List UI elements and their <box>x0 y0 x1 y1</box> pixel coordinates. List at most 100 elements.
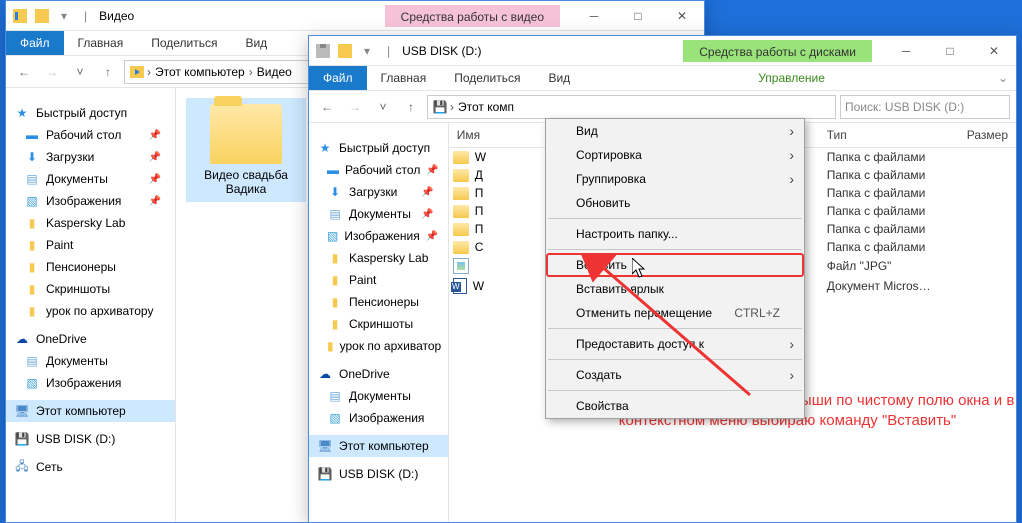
sidebar-item-archiver[interactable]: ▮урок по архиватору <box>6 300 175 322</box>
sidebar-item-archiver[interactable]: ▮урок по архиватор <box>309 335 448 357</box>
ribbon-tabs: Файл Главная Поделиться Вид Управление ⌄ <box>309 66 1016 91</box>
close-button[interactable]: ✕ <box>660 1 704 30</box>
recent-dropdown[interactable]: ˅ <box>371 95 395 119</box>
sidebar-od-pics[interactable]: ▧Изображения <box>309 407 448 429</box>
file-type: Файл "JPG" <box>819 259 959 273</box>
tab-manage[interactable]: Управление <box>744 66 839 90</box>
sidebar-item-screenshots[interactable]: ▮Скриншоты <box>6 278 175 300</box>
up-button[interactable]: ↑ <box>96 60 120 84</box>
menu-item[interactable]: Вид <box>546 119 804 143</box>
sidebar-thispc[interactable]: 🖥Этот компьютер <box>309 435 448 457</box>
usb-icon: 💾 <box>432 99 448 115</box>
contextual-tab-drive[interactable]: Средства работы с дисками <box>683 40 872 62</box>
pictures-icon: ▧ <box>24 375 40 391</box>
maximize-button[interactable]: □ <box>616 1 660 30</box>
navigation-pane: ★Быстрый доступ ▬Рабочий стол📌 ⬇Загрузки… <box>6 88 176 522</box>
sidebar-item-downloads[interactable]: ⬇Загрузки📌 <box>6 146 175 168</box>
qat-dropdown-icon[interactable]: ▾ <box>56 8 72 24</box>
pin-icon: 📌 <box>149 152 161 163</box>
sidebar-item-pictures[interactable]: ▧Изображения📌 <box>6 190 175 212</box>
sidebar-item-pensionery[interactable]: ▮Пенсионеры <box>6 256 175 278</box>
jpg-icon <box>453 258 469 274</box>
tab-view[interactable]: Вид <box>231 31 281 55</box>
folder-icon <box>453 151 469 164</box>
sidebar-network[interactable]: 🖧Сеть <box>6 456 175 478</box>
recent-dropdown[interactable]: ˅ <box>68 60 92 84</box>
folder-large-icon <box>210 104 282 164</box>
file-type: Папка с файлами <box>819 150 959 164</box>
breadcrumb[interactable]: 💾 › Этот комп <box>427 95 836 119</box>
titlebar[interactable]: ▾ | Видео Средства работы с видео ─ □ ✕ <box>6 1 704 31</box>
sidebar-od-pics[interactable]: ▧Изображения <box>6 372 175 394</box>
qat-item[interactable] <box>337 43 353 59</box>
menu-item[interactable]: Обновить <box>546 191 804 215</box>
folder-icon: ▮ <box>327 272 343 288</box>
sidebar-od-docs[interactable]: ▤Документы <box>309 385 448 407</box>
forward-button[interactable]: → <box>343 95 367 119</box>
sidebar-item-documents[interactable]: ▤Документы📌 <box>309 203 448 225</box>
folder-icon: ▮ <box>327 294 343 310</box>
col-type[interactable]: Тип <box>819 123 959 147</box>
tab-home[interactable]: Главная <box>367 66 441 90</box>
folder-icon: ▮ <box>327 316 343 332</box>
sidebar-item-kaspersky[interactable]: ▮Kaspersky Lab <box>309 247 448 269</box>
up-button[interactable]: ↑ <box>399 95 423 119</box>
menu-label: Вид <box>576 124 598 138</box>
sidebar-item-pensionery[interactable]: ▮Пенсионеры <box>309 291 448 313</box>
sidebar-item-desktop[interactable]: ▬Рабочий стол📌 <box>6 124 175 146</box>
sidebar-item-paint[interactable]: ▮Paint <box>309 269 448 291</box>
onedrive-icon: ☁ <box>317 366 333 382</box>
sidebar-item-screenshots[interactable]: ▮Скриншоты <box>309 313 448 335</box>
menu-item[interactable]: Группировка <box>546 167 804 191</box>
sidebar-quick-access[interactable]: ★Быстрый доступ <box>6 102 175 124</box>
folder-icon: ▮ <box>24 215 40 231</box>
qat-dropdown-icon[interactable]: ▾ <box>359 43 375 59</box>
contextual-tab-video[interactable]: Средства работы с видео <box>385 5 560 27</box>
sidebar-item-kaspersky[interactable]: ▮Kaspersky Lab <box>6 212 175 234</box>
back-button[interactable]: ← <box>315 95 339 119</box>
ribbon-expand-icon[interactable]: ⌄ <box>990 66 1016 90</box>
back-button[interactable]: ← <box>12 60 36 84</box>
sidebar-quick-access[interactable]: ★Быстрый доступ <box>309 137 448 159</box>
sidebar-usb[interactable]: 💾USB DISK (D:) <box>6 428 175 450</box>
file-name: Д <box>475 168 483 182</box>
close-button[interactable]: ✕ <box>972 36 1016 65</box>
col-size[interactable]: Размер <box>959 123 1016 147</box>
tab-share[interactable]: Поделиться <box>137 31 231 55</box>
sidebar-item-documents[interactable]: ▤Документы📌 <box>6 168 175 190</box>
minimize-button[interactable]: ─ <box>884 36 928 65</box>
file-menu[interactable]: Файл <box>309 66 367 90</box>
tab-share[interactable]: Поделиться <box>440 66 534 90</box>
sidebar-item-paint[interactable]: ▮Paint <box>6 234 175 256</box>
folder-item-wedding[interactable]: Видео свадьба Вадика <box>186 98 306 202</box>
crumb-thispc[interactable]: Этот комп <box>456 100 516 114</box>
maximize-button[interactable]: □ <box>928 36 972 65</box>
sidebar-od-docs[interactable]: ▤Документы <box>6 350 175 372</box>
sidebar-usb[interactable]: 💾USB DISK (D:) <box>309 463 448 485</box>
sidebar-onedrive[interactable]: ☁OneDrive <box>6 328 175 350</box>
crumb-thispc[interactable]: Этот компьютер <box>153 65 247 79</box>
sidebar-onedrive[interactable]: ☁OneDrive <box>309 363 448 385</box>
menu-item[interactable]: Настроить папку... <box>546 222 804 246</box>
file-type: Папка с файлами <box>819 204 959 218</box>
search-input[interactable]: Поиск: USB DISK (D:) <box>840 95 1010 119</box>
qat-item[interactable] <box>34 8 50 24</box>
separator: | <box>387 44 390 58</box>
tab-home[interactable]: Главная <box>64 31 138 55</box>
menu-item[interactable]: Сортировка <box>546 143 804 167</box>
forward-button[interactable]: → <box>40 60 64 84</box>
window-title: Видео <box>99 9 134 23</box>
tab-view[interactable]: Вид <box>534 66 584 90</box>
sidebar-item-downloads[interactable]: ⬇Загрузки📌 <box>309 181 448 203</box>
sidebar-item-pictures[interactable]: ▧Изображения📌 <box>309 225 448 247</box>
file-menu[interactable]: Файл <box>6 31 64 55</box>
separator: | <box>84 9 87 23</box>
titlebar[interactable]: ▾ | USB DISK (D:) Средства работы с диск… <box>309 36 1016 66</box>
sidebar-thispc[interactable]: 🖥Этот компьютер <box>6 400 175 422</box>
app-icon <box>12 8 28 24</box>
minimize-button[interactable]: ─ <box>572 1 616 30</box>
navigation-pane: ★Быстрый доступ ▬Рабочий стол📌 ⬇Загрузки… <box>309 123 449 522</box>
menu-separator <box>548 249 802 250</box>
sidebar-item-desktop[interactable]: ▬Рабочий стол📌 <box>309 159 448 181</box>
crumb-video[interactable]: Видео <box>255 65 294 79</box>
